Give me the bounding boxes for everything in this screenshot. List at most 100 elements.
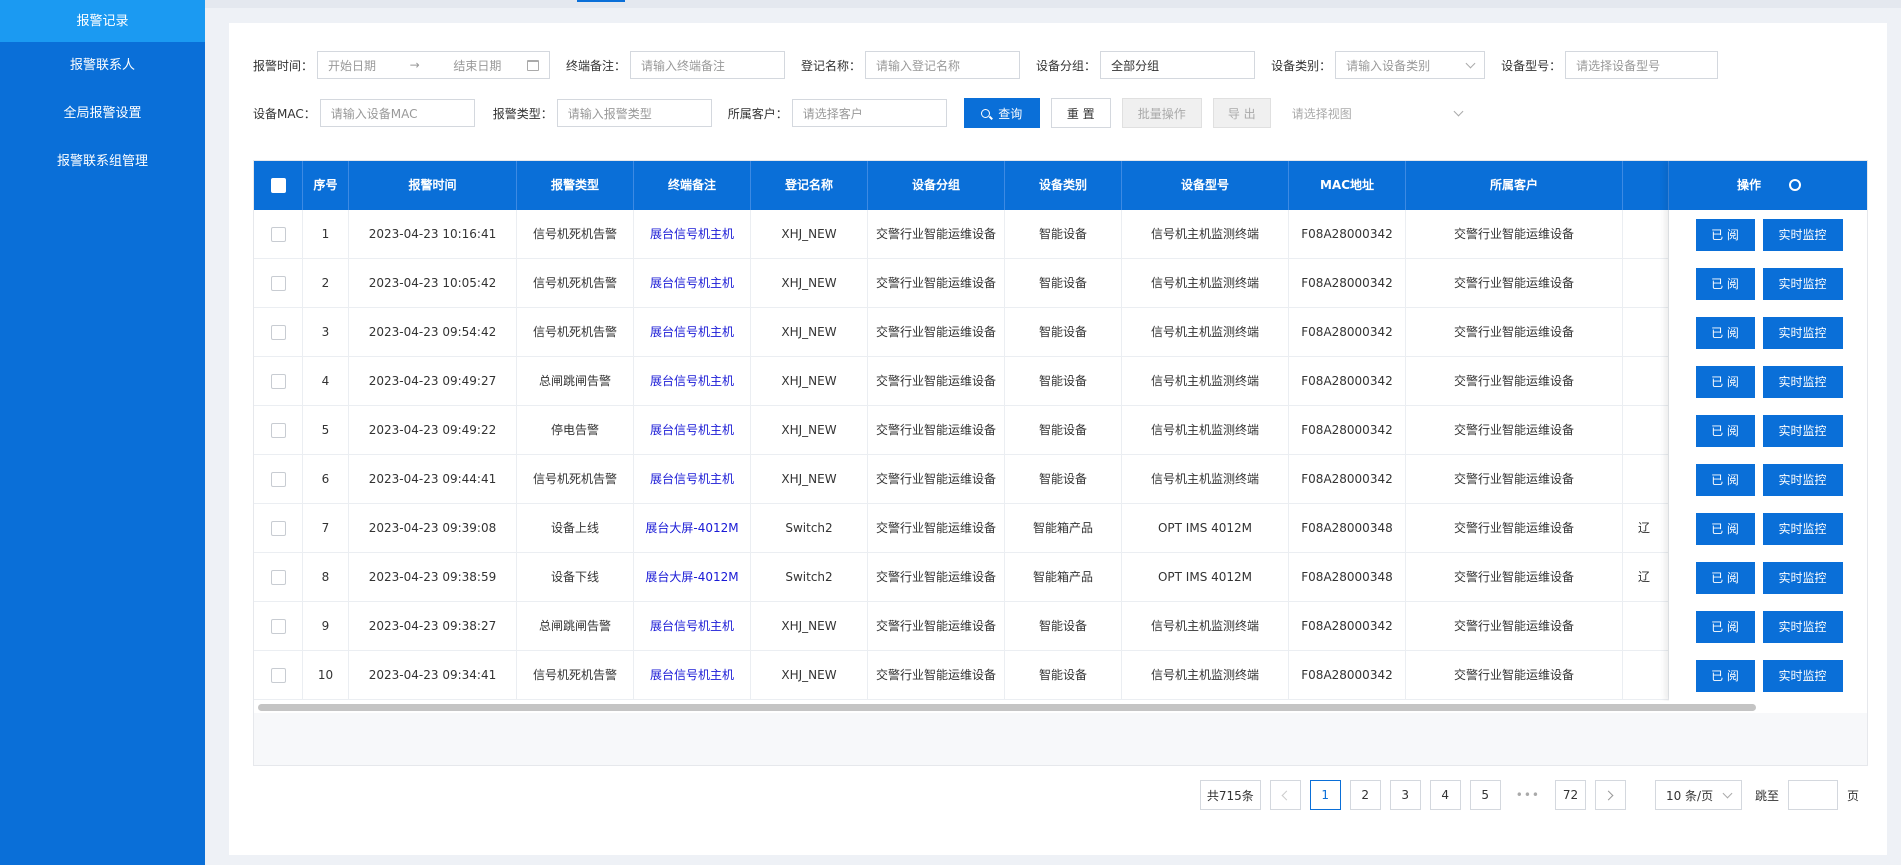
device-group-select[interactable]: 全部分组 — [1100, 51, 1256, 79]
row-checkbox[interactable] — [270, 668, 286, 683]
cell-extra — [1623, 210, 1669, 259]
alarm-type-placeholder: 请输入报警类型 — [567, 106, 652, 121]
page-last-button[interactable]: 72 — [1554, 780, 1586, 810]
horizontal-scrollbar[interactable] — [254, 701, 1867, 713]
mark-read-button[interactable]: 已 阅 — [1695, 316, 1755, 349]
filter-row-1: 报警时间： 开始日期 → 结束日期 终端备注： 请输入终端备注 登记名称： 请输… — [253, 50, 1719, 80]
jump-label: 跳至 — [1754, 788, 1779, 803]
realtime-monitor-button[interactable]: 实时监控 — [1762, 659, 1843, 692]
cell-terminal-note[interactable]: 展台信号机主机 — [634, 651, 751, 700]
cell-terminal-note[interactable]: 展台大屏-4012M — [634, 504, 751, 553]
table-row: 6 2023-04-23 09:44:41 信号机死机告警 展台信号机主机 XHJ_NE… — [254, 455, 1867, 504]
page-3-button[interactable]: 3 — [1389, 780, 1421, 810]
table-header: 序号 报警时间 报警类型 终端备注 登记名称 设备分组 设备类别 设备型号 MA… — [254, 161, 1867, 210]
cell-terminal-note[interactable]: 展台信号机主机 — [634, 406, 751, 455]
cell-device-category: 智能箱产品 — [1005, 504, 1122, 553]
cell-terminal-note[interactable]: 展台信号机主机 — [634, 259, 751, 308]
mark-read-button[interactable]: 已 阅 — [1695, 463, 1755, 496]
realtime-monitor-button[interactable]: 实时监控 — [1762, 218, 1843, 251]
page-4-button[interactable]: 4 — [1429, 780, 1461, 810]
header-select-all[interactable] — [254, 161, 303, 210]
batch-operation-button[interactable]: 批量操作 — [1121, 98, 1202, 128]
prev-page-button[interactable] — [1269, 780, 1301, 810]
mark-read-button[interactable]: 已 阅 — [1695, 267, 1755, 300]
row-checkbox[interactable] — [270, 276, 286, 291]
row-checkbox-cell[interactable] — [254, 553, 303, 602]
row-checkbox[interactable] — [270, 325, 286, 340]
realtime-monitor-button[interactable]: 实时监控 — [1762, 267, 1843, 300]
cell-alarm-type: 设备下线 — [517, 553, 634, 602]
cell-terminal-note[interactable]: 展台信号机主机 — [634, 602, 751, 651]
page-2-button[interactable]: 2 — [1349, 780, 1381, 810]
view-placeholder: 请选择视图 — [1291, 106, 1352, 121]
mark-read-button[interactable]: 已 阅 — [1695, 414, 1755, 447]
row-checkbox-cell[interactable] — [254, 651, 303, 700]
row-checkbox[interactable] — [270, 619, 286, 634]
alarm-time-range-input[interactable]: 开始日期 → 结束日期 — [317, 51, 551, 79]
sidebar-item-alarm-contact-groups[interactable]: 报警联系组管理 — [0, 138, 205, 186]
mac-input[interactable]: 请输入设备MAC — [319, 99, 475, 127]
row-checkbox[interactable] — [270, 521, 286, 536]
realtime-monitor-button[interactable]: 实时监控 — [1762, 414, 1843, 447]
reg-name-input[interactable]: 请输入登记名称 — [865, 51, 1021, 79]
cell-terminal-note[interactable]: 展台信号机主机 — [634, 210, 751, 259]
next-page-button[interactable] — [1594, 780, 1626, 810]
cell-extra: 辽 — [1623, 553, 1669, 602]
page-1-button[interactable]: 1 — [1309, 780, 1341, 810]
row-checkbox-cell[interactable] — [254, 406, 303, 455]
alarm-type-input[interactable]: 请输入报警类型 — [556, 99, 712, 127]
mark-read-button[interactable]: 已 阅 — [1695, 561, 1755, 594]
row-checkbox-cell[interactable] — [254, 259, 303, 308]
realtime-monitor-button[interactable]: 实时监控 — [1762, 512, 1843, 545]
terminal-note-input[interactable]: 请输入终端备注 — [630, 51, 786, 79]
cell-terminal-note[interactable]: 展台信号机主机 — [634, 455, 751, 504]
cell-terminal-note[interactable]: 展台信号机主机 — [634, 308, 751, 357]
row-checkbox-cell[interactable] — [254, 504, 303, 553]
customer-select[interactable]: 请选择客户 — [791, 99, 947, 127]
mark-read-button[interactable]: 已 阅 — [1695, 365, 1755, 398]
cell-device-group: 交警行业智能运维设备 — [868, 210, 1005, 259]
row-checkbox-cell[interactable] — [254, 455, 303, 504]
realtime-monitor-button[interactable]: 实时监控 — [1762, 463, 1843, 496]
realtime-monitor-button[interactable]: 实时监控 — [1762, 365, 1843, 398]
gear-icon[interactable] — [1789, 178, 1801, 191]
row-checkbox[interactable] — [270, 374, 286, 389]
row-checkbox[interactable] — [270, 472, 286, 487]
mark-read-button[interactable]: 已 阅 — [1695, 512, 1755, 545]
device-model-input[interactable]: 请选择设备型号 — [1565, 51, 1719, 79]
sidebar-item-alarm-contacts[interactable]: 报警联系人 — [0, 42, 205, 90]
cell-terminal-note[interactable]: 展台大屏-4012M — [634, 553, 751, 602]
cell-device-model: 信号机主机监测终端 — [1122, 357, 1289, 406]
export-button[interactable]: 导 出 — [1212, 98, 1271, 128]
page-size-select[interactable]: 10 条/页 — [1654, 780, 1742, 810]
device-category-select[interactable]: 请输入设备类别 — [1335, 51, 1486, 79]
cell-terminal-note[interactable]: 展台信号机主机 — [634, 357, 751, 406]
scrollbar-thumb[interactable] — [258, 704, 1756, 711]
page-ellipsis[interactable]: ••• — [1509, 780, 1546, 810]
row-checkbox-cell[interactable] — [254, 602, 303, 651]
cell-customer: 交警行业智能运维设备 — [1406, 357, 1623, 406]
row-checkbox[interactable] — [270, 570, 286, 585]
realtime-monitor-button[interactable]: 实时监控 — [1762, 316, 1843, 349]
search-button[interactable]: 查询 — [963, 98, 1040, 128]
realtime-monitor-button[interactable]: 实时监控 — [1762, 561, 1843, 594]
row-checkbox[interactable] — [270, 423, 286, 438]
mark-read-button[interactable]: 已 阅 — [1695, 610, 1755, 643]
page-5-button[interactable]: 5 — [1469, 780, 1501, 810]
sidebar-item-alarm-records[interactable]: 报警记录 — [0, 0, 205, 42]
row-checkbox-cell[interactable] — [254, 308, 303, 357]
view-select[interactable]: 请选择视图 — [1282, 99, 1472, 127]
row-checkbox-cell[interactable] — [254, 357, 303, 406]
jump-page-input[interactable] — [1787, 780, 1838, 810]
select-all-checkbox[interactable] — [270, 178, 286, 193]
table-row: 9 2023-04-23 09:38:27 总闸跳闸告警 展台信号机主机 XHJ_NEW… — [254, 602, 1867, 651]
cell-customer: 交警行业智能运维设备 — [1406, 308, 1623, 357]
mark-read-button[interactable]: 已 阅 — [1695, 218, 1755, 251]
reg-name-placeholder: 请输入登记名称 — [876, 58, 961, 73]
realtime-monitor-button[interactable]: 实时监控 — [1762, 610, 1843, 643]
row-checkbox[interactable] — [270, 227, 286, 242]
reset-button[interactable]: 重 置 — [1050, 98, 1111, 128]
sidebar-item-global-alarm-settings[interactable]: 全局报警设置 — [0, 90, 205, 138]
row-checkbox-cell[interactable] — [254, 210, 303, 259]
mark-read-button[interactable]: 已 阅 — [1695, 659, 1755, 692]
